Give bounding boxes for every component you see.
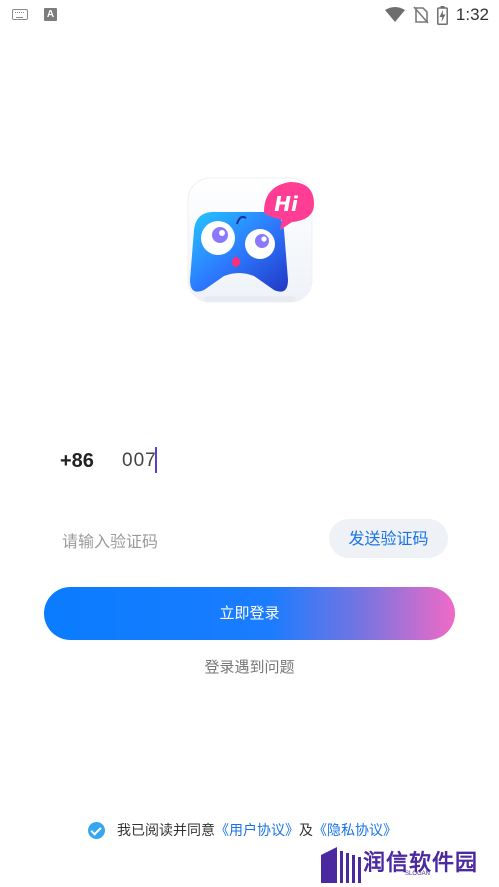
user-agreement-link[interactable]: 《用户协议》	[215, 820, 299, 840]
status-time: 1:32	[455, 5, 489, 24]
watermark-sub: SLOGAN	[405, 871, 431, 877]
status-right: 1:32	[384, 5, 489, 25]
country-code[interactable]: +86	[60, 450, 94, 473]
privacy-policy-link[interactable]: 《隐私协议》	[313, 820, 397, 840]
login-help-link[interactable]: 登录遇到问题	[0, 656, 499, 677]
send-code-button[interactable]: 发送验证码	[329, 519, 448, 558]
no-sim-icon	[413, 6, 429, 24]
phone-row: +86	[60, 444, 440, 478]
agreement-checkbox[interactable]	[88, 821, 105, 839]
text-caret	[155, 447, 157, 473]
battery-charging-icon	[436, 5, 448, 25]
status-bar: A 1:32	[0, 0, 499, 30]
agreement-row: 我已阅读并同意 《用户协议》 及 《隐私协议》	[88, 820, 397, 840]
watermark-logo-icon	[321, 847, 361, 883]
status-left: A	[12, 8, 57, 21]
agreement-prefix: 我已阅读并同意	[117, 823, 215, 839]
verification-code-input[interactable]	[62, 527, 302, 555]
agreement-and: 及	[299, 823, 313, 839]
mascot-icon: Hi	[187, 177, 314, 303]
phone-input[interactable]	[122, 446, 422, 476]
login-button[interactable]: 立即登录	[44, 587, 455, 640]
watermark: 润信软件园 SLOGAN	[319, 843, 484, 883]
logo-bubble-text: Hi	[274, 192, 299, 216]
wifi-icon	[384, 7, 405, 22]
a-icon: A	[44, 8, 57, 21]
keyboard-icon	[12, 9, 28, 20]
app-logo: Hi	[182, 172, 316, 306]
